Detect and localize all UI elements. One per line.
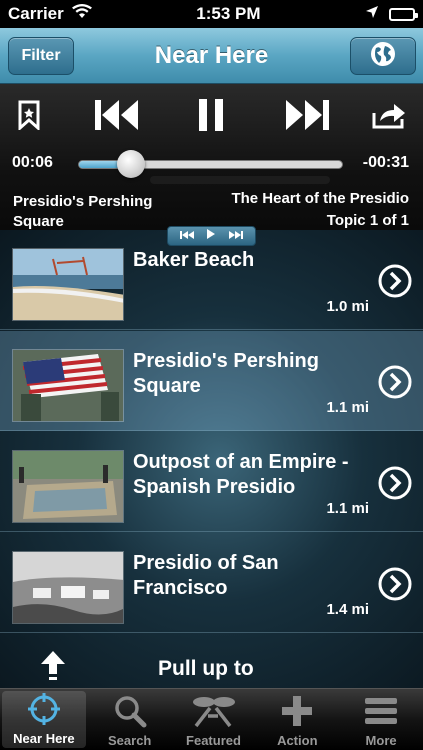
list-item[interactable]: Presidio's Pershing Square 1.1 mi (0, 331, 423, 431)
tab-more[interactable]: More (339, 689, 423, 750)
tab-search[interactable]: Search (88, 689, 172, 750)
chevron-right-icon[interactable] (378, 567, 412, 601)
list-item[interactable]: Presidio of San Francisco 1.4 mi (0, 533, 423, 633)
search-icon (113, 693, 147, 729)
featured-icon (188, 693, 238, 729)
nearby-stops-list: Baker Beach 1.0 mi Presidio's Pershing S… (0, 230, 423, 688)
list-item-title: Presidio of San Francisco (133, 552, 279, 599)
mini-previous-icon[interactable] (180, 227, 195, 245)
thumbnail-image (12, 450, 124, 523)
plus-icon (280, 693, 314, 729)
remaining-time: -00:31 (362, 154, 409, 171)
page-title: Near Here (154, 41, 269, 69)
now-playing-info: The Heart of the Presidio Topic 1 of 1 (189, 188, 409, 230)
skip-forward-icon (285, 98, 329, 137)
progress-slider-thumb[interactable] (117, 150, 145, 178)
chevron-right-icon[interactable] (378, 264, 412, 298)
crosshair-icon (27, 691, 61, 727)
tab-featured[interactable]: Featured (172, 689, 256, 750)
clock: 1:53 PM (196, 4, 261, 23)
tab-label: Near Here (13, 731, 75, 746)
menu-icon (364, 693, 398, 729)
mini-player-controls[interactable] (167, 226, 256, 246)
pull-instruction: Pull up to (158, 657, 254, 680)
filter-button[interactable]: Filter (8, 37, 74, 75)
list-item-distance: 1.4 mi (326, 601, 369, 618)
bookmark-button[interactable] (14, 92, 44, 142)
audio-player: 00:06 -00:31 Presidio's Pershing Square … (0, 84, 423, 230)
tab-label: Featured (186, 733, 241, 748)
pull-to-refresh[interactable]: Pull up to (0, 632, 423, 688)
thumbnail-image (12, 349, 124, 422)
battery-icon (388, 7, 418, 21)
list-item-title: Baker Beach (133, 249, 255, 271)
mini-play-icon[interactable] (206, 227, 216, 245)
share-icon (372, 101, 406, 134)
tab-label: Action (277, 733, 318, 748)
list-item-distance: 1.1 mi (326, 399, 369, 416)
share-button[interactable] (369, 92, 409, 142)
next-track-button[interactable] (282, 92, 332, 142)
tab-near-here[interactable]: Near Here (2, 691, 86, 748)
track-title: The Heart of the Presidio (231, 190, 409, 207)
elapsed-time: 00:06 (12, 154, 53, 171)
previous-track-button[interactable] (92, 92, 142, 142)
globe-button[interactable] (350, 37, 416, 75)
list-item[interactable]: Outpost of an Empire - Spanish Presidio … (0, 432, 423, 532)
list-item-title: Outpost of an Empire - Spanish Presidio (133, 451, 349, 498)
bookmark-icon (18, 100, 40, 135)
globe-icon (370, 41, 396, 72)
progress-row: 00:06 -00:31 (0, 148, 423, 178)
carrier-label: Carrier (8, 4, 64, 23)
current-stop-name: Presidio's Pershing Square (13, 193, 153, 230)
skip-back-icon (95, 98, 139, 137)
pause-button[interactable] (186, 92, 236, 142)
list-item-distance: 1.0 mi (326, 298, 369, 315)
wifi-icon (71, 4, 92, 24)
pause-icon (198, 98, 224, 137)
tab-label: More (365, 733, 397, 748)
status-bar: Carrier 1:53 PM (0, 0, 423, 28)
location-arrow-icon (365, 4, 379, 24)
list-item-distance: 1.1 mi (326, 500, 369, 517)
up-arrow-icon (40, 650, 66, 687)
tab-label: Search (108, 733, 152, 748)
mini-next-icon[interactable] (228, 227, 243, 245)
list-item-title: Presidio's Pershing Square (133, 350, 319, 397)
chevron-right-icon[interactable] (378, 365, 412, 399)
tab-action[interactable]: Action (255, 689, 339, 750)
tab-bar: Near Here Search Featured Action More (0, 688, 423, 750)
thumbnail-image (12, 551, 124, 624)
chevron-right-icon[interactable] (378, 466, 412, 500)
thumbnail-image (12, 248, 124, 321)
navigation-bar: Filter Near Here (0, 28, 423, 84)
